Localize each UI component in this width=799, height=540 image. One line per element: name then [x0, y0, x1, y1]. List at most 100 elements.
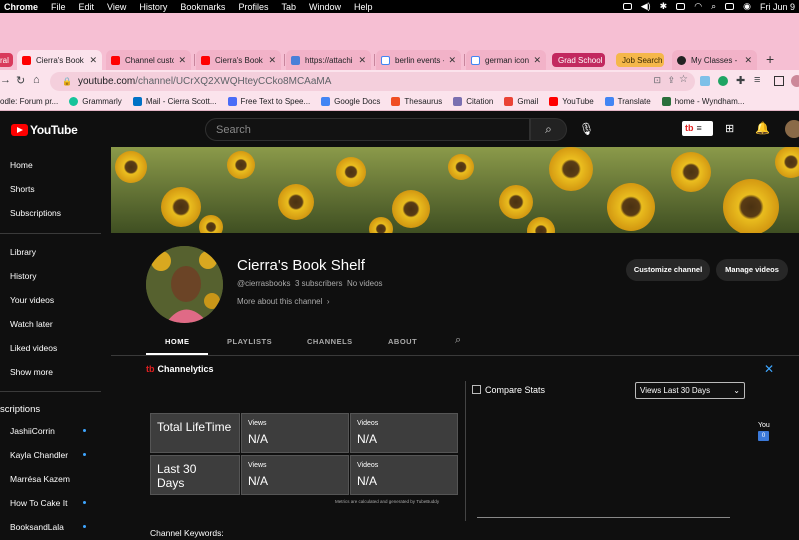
profile-avatar[interactable] — [791, 75, 799, 87]
bookmark-google-docs[interactable]: Google Docs — [321, 97, 380, 106]
menu-view[interactable]: View — [107, 2, 126, 12]
tab-attachment[interactable]: https://attachi ✕ — [286, 50, 371, 70]
control-center-icon[interactable] — [725, 3, 735, 10]
tab-group-chip-ral[interactable]: ral — [0, 53, 13, 67]
bookmark-wyndham[interactable]: home - Wyndham... — [661, 97, 744, 106]
battery-icon[interactable] — [676, 3, 686, 10]
tab-close-icon[interactable]: ✕ — [358, 55, 366, 66]
tab-german-iconography[interactable]: german iconog ✕ — [466, 50, 546, 70]
volume-icon[interactable]: ◀) — [641, 1, 651, 12]
tab-close-icon[interactable]: ✕ — [448, 55, 456, 66]
customize-channel-button[interactable]: Customize channel — [626, 259, 710, 281]
sidebar-item-subscriptions[interactable]: Subscriptions — [10, 208, 61, 218]
tab-playlists[interactable]: PLAYLISTS — [227, 337, 272, 346]
sidebar-item-liked-videos[interactable]: Liked videos — [10, 343, 57, 353]
channel-search-icon[interactable]: ⌕ — [455, 334, 462, 347]
grammarly-extension-icon[interactable] — [718, 76, 728, 86]
sidebar-item-shorts[interactable]: Shorts — [10, 184, 35, 194]
search-button[interactable]: ⌕ — [530, 118, 567, 141]
new-tab-button[interactable]: + — [766, 51, 774, 67]
tab-channels[interactable]: CHANNELS — [307, 337, 353, 346]
bluetooth-icon[interactable]: ✱ — [660, 1, 668, 12]
channel-avatar[interactable] — [146, 246, 223, 323]
spotlight-search-icon[interactable]: ⌕ — [711, 1, 716, 12]
more-about-channel-link[interactable]: More about this channel › — [237, 297, 330, 306]
wifi-icon[interactable]: ◠ — [694, 1, 702, 12]
sidebar-item-library[interactable]: Library — [10, 247, 36, 257]
citation-icon — [453, 97, 463, 106]
tab-group-chip-job-search[interactable]: Job Search — [616, 53, 664, 67]
tubebuddy-button[interactable]: tb ≡ — [682, 121, 713, 136]
home-icon[interactable]: ⌂ — [33, 74, 40, 86]
extensions-puzzle-icon[interactable]: ✚ — [736, 74, 745, 87]
youtube-logo[interactable]: YouTube — [11, 123, 78, 137]
tab-close-icon[interactable]: ✕ — [744, 55, 752, 66]
tab-close-icon[interactable]: ✕ — [178, 55, 186, 66]
address-bar[interactable]: 🔒 youtube.com/channel/UCrXQ2XWQHteyCCko8… — [50, 72, 695, 91]
tab-about[interactable]: ABOUT — [388, 337, 417, 346]
more-about-label: More about this channel — [237, 297, 323, 306]
search-input[interactable]: Search — [205, 118, 530, 141]
tab-home[interactable]: HOME — [165, 337, 190, 346]
extension-icon[interactable] — [700, 76, 710, 86]
sidebar-sub-kayla-chandler[interactable]: Kayla Chandler — [10, 450, 68, 460]
sidebar-sub-marresa-kazem[interactable]: Marrésa Kazem — [10, 474, 70, 484]
bookmark-youtube[interactable]: YouTube — [549, 97, 594, 106]
install-icon[interactable]: ⊡ — [653, 75, 661, 86]
close-icon[interactable]: ✕ — [764, 362, 774, 376]
bookmark-mail[interactable]: Mail - Cierra Scott... — [132, 97, 217, 106]
grammarly-icon — [69, 97, 79, 106]
tab-cierras-book-shelf-2[interactable]: Cierra's Book S ✕ — [196, 50, 281, 70]
screen-mirroring-icon[interactable] — [622, 3, 632, 10]
menu-edit[interactable]: Edit — [79, 2, 95, 12]
tab-group-chip-grad-school[interactable]: Grad School — [552, 53, 605, 67]
chart-icon — [472, 385, 481, 394]
sidebar-item-your-videos[interactable]: Your videos — [10, 295, 54, 305]
menubar-clock[interactable]: Fri Jun 9 — [760, 2, 795, 12]
menu-tab[interactable]: Tab — [281, 2, 296, 12]
tab-close-icon[interactable]: ✕ — [533, 55, 541, 66]
share-icon[interactable]: ⇪ — [667, 75, 675, 86]
bookmark-thesaurus[interactable]: Thesaurus — [391, 97, 442, 106]
bookmark-text-to-speech[interactable]: Free Text to Spee... — [227, 97, 310, 106]
account-avatar[interactable] — [785, 120, 799, 138]
youtube-icon — [22, 55, 31, 65]
sidebar-sub-how-to-cake-it[interactable]: How To Cake It — [10, 498, 67, 508]
sidebar-item-home[interactable]: Home — [10, 160, 33, 170]
manage-videos-button[interactable]: Manage videos — [716, 259, 788, 281]
menu-profiles[interactable]: Profiles — [238, 2, 268, 12]
menu-history[interactable]: History — [139, 2, 167, 12]
sidebar-item-show-more[interactable]: Show more — [10, 367, 53, 377]
bookmark-gmail[interactable]: Gmail — [504, 97, 538, 106]
bookmark-citation[interactable]: Citation — [453, 97, 493, 106]
bookmark-translate[interactable]: Translate — [604, 97, 651, 106]
sidebar-sub-booksandlala[interactable]: BooksandLala — [10, 522, 64, 532]
refresh-icon[interactable]: ↻ — [16, 74, 25, 87]
forward-icon[interactable]: → — [0, 74, 11, 86]
sidebar-item-watch-later[interactable]: Watch later — [10, 319, 53, 329]
tab-close-icon[interactable]: ✕ — [89, 55, 97, 66]
notifications-bell-icon[interactable]: 🔔 — [755, 121, 770, 135]
sidebar-item-history[interactable]: History — [10, 271, 36, 281]
create-video-icon[interactable]: ⊞ — [725, 122, 734, 135]
tab-my-classes[interactable]: My Classes - S ✕ — [672, 50, 757, 70]
siri-icon[interactable]: ◉ — [743, 1, 751, 12]
compare-metric-select[interactable]: Views Last 30 Days ⌄ — [635, 382, 745, 399]
sidebar-sub-jashiicorrin[interactable]: JashiiCorrin — [10, 426, 55, 436]
tab-cierras-book-shelf[interactable]: Cierra's Book S ✕ — [17, 50, 102, 70]
menu-bookmarks[interactable]: Bookmarks — [180, 2, 225, 12]
side-panel-icon[interactable] — [774, 76, 784, 86]
menu-file[interactable]: File — [51, 2, 66, 12]
microphone-icon[interactable]: 🎙 — [579, 122, 594, 136]
tab-close-icon[interactable]: ✕ — [268, 55, 276, 66]
tab-channel-customization[interactable]: Channel custo ✕ — [106, 50, 191, 70]
apple-menu-app-name[interactable]: Chrome — [4, 2, 38, 12]
bookmark-moodle[interactable]: odle: Forum pr... — [0, 97, 58, 106]
menu-help[interactable]: Help — [354, 2, 373, 12]
reading-list-icon[interactable]: ≡ — [754, 74, 760, 86]
bookmark-grammarly[interactable]: Grammarly — [69, 97, 122, 106]
tab-berlin-events[interactable]: berlin events - ✕ — [376, 50, 461, 70]
compare-chart-baseline — [477, 517, 730, 518]
bookmark-star-icon[interactable]: ☆ — [679, 74, 688, 85]
menu-window[interactable]: Window — [309, 2, 341, 12]
